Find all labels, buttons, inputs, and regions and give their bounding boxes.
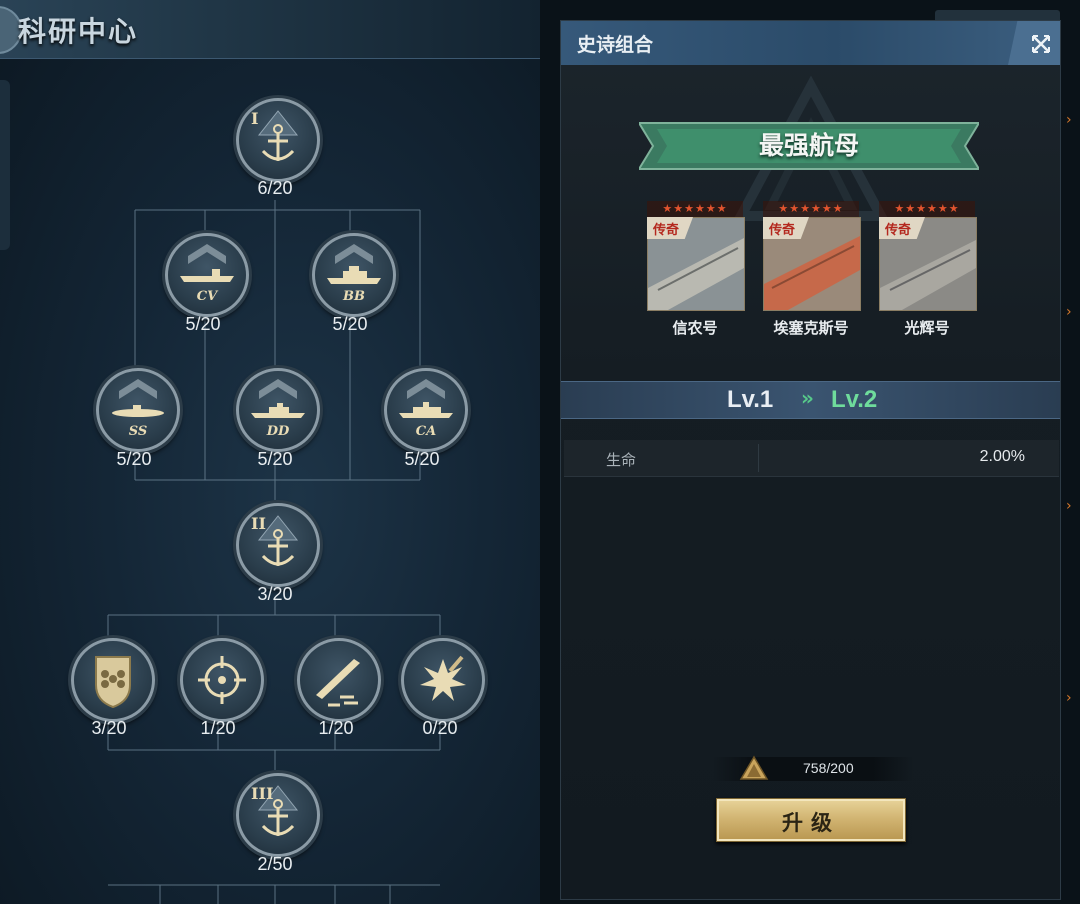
dd-node[interactable]: DD: [236, 368, 320, 452]
combo-name: 最强航母: [758, 131, 859, 160]
upgrade-label: 升级: [782, 811, 840, 835]
panel-header: 史诗组合: [561, 21, 1060, 65]
divider: [758, 444, 759, 472]
chevron-right-icon: ›: [1066, 498, 1072, 514]
bb-count: 5/20: [332, 314, 368, 334]
bb-node[interactable]: BB: [312, 233, 396, 317]
tier-3-count: 2/50: [257, 854, 293, 874]
armor-count: 3/20: [91, 718, 127, 738]
resource-icon: [739, 755, 769, 780]
firepower-count: 0/20: [422, 718, 458, 738]
ss-node[interactable]: SS: [96, 368, 180, 452]
tier-1-count: 6/20: [257, 178, 293, 198]
upgrade-cost: 758/200: [653, 755, 973, 781]
combo-banner: 最强航母: [639, 119, 979, 173]
accuracy-count: 1/20: [200, 718, 236, 738]
close-icon: [1032, 35, 1050, 53]
shield-icon: [95, 656, 131, 709]
tier-1-node[interactable]: I: [236, 98, 320, 182]
current-level: Lv.1: [727, 386, 774, 413]
tier-roman: I: [251, 109, 259, 128]
ship-class-label: SS: [128, 424, 148, 439]
cv-count: 5/20: [185, 314, 221, 334]
level-bar: Lv.1 » Lv.2: [561, 381, 1060, 419]
ca-node[interactable]: CA: [384, 368, 468, 452]
cost-value: 758/200: [803, 760, 854, 776]
ship-class-label: DD: [266, 424, 290, 439]
ship-class-label: BB: [343, 289, 365, 304]
tier-roman: III: [251, 784, 274, 803]
stat-name: 生命: [606, 451, 637, 469]
panel-title: 史诗组合: [577, 34, 654, 56]
ship-class-label: CV: [196, 289, 218, 304]
stat-row: 生命 2.00%: [564, 440, 1059, 477]
chevron-right-icon: ›: [1066, 304, 1072, 320]
ship-class-label: CA: [415, 424, 437, 439]
stat-value: 2.00%: [979, 448, 1025, 465]
epic-combo-panel: 史诗组合 最强航母 传奇 ★★★★★★ 信农号 传奇 ★★★★★★ 埃塞克斯号 …: [560, 20, 1061, 900]
torpedo-ship-icon: [316, 659, 360, 707]
cv-node[interactable]: CV: [165, 233, 249, 317]
research-tree-screen: 科研中心 I 6/20 CV 5/20 BB 5/20 SS 5/20 DD 5…: [0, 0, 540, 904]
chevron-right-icon: ›: [1066, 690, 1072, 706]
armor-node[interactable]: [71, 638, 155, 722]
star-rating: ★★★★★★: [879, 201, 975, 217]
dd-count: 5/20: [257, 449, 293, 469]
star-rating: ★★★★★★: [647, 201, 743, 217]
chevron-right-icon: ›: [1066, 112, 1072, 128]
tier-roman: II: [251, 514, 266, 533]
ss-count: 5/20: [116, 449, 152, 469]
tier-2-count: 3/20: [257, 584, 293, 604]
upgrade-button[interactable]: 升级: [716, 798, 906, 842]
double-chevron-right-icon: »: [801, 386, 814, 410]
accuracy-node[interactable]: [180, 638, 264, 722]
torpedo-count: 1/20: [318, 718, 354, 738]
star-rating: ★★★★★★: [763, 201, 859, 217]
torpedo-node[interactable]: [297, 638, 381, 722]
ship-name: 光辉号: [904, 319, 950, 337]
close-button[interactable]: [1008, 21, 1060, 65]
tier-2-node[interactable]: II: [236, 503, 320, 587]
firepower-node[interactable]: [401, 638, 485, 722]
next-level: Lv.2: [831, 386, 878, 413]
ca-count: 5/20: [404, 449, 440, 469]
crosshair-icon: [198, 656, 246, 704]
explosion-icon: [420, 655, 466, 701]
tier-3-node[interactable]: III: [236, 773, 320, 857]
